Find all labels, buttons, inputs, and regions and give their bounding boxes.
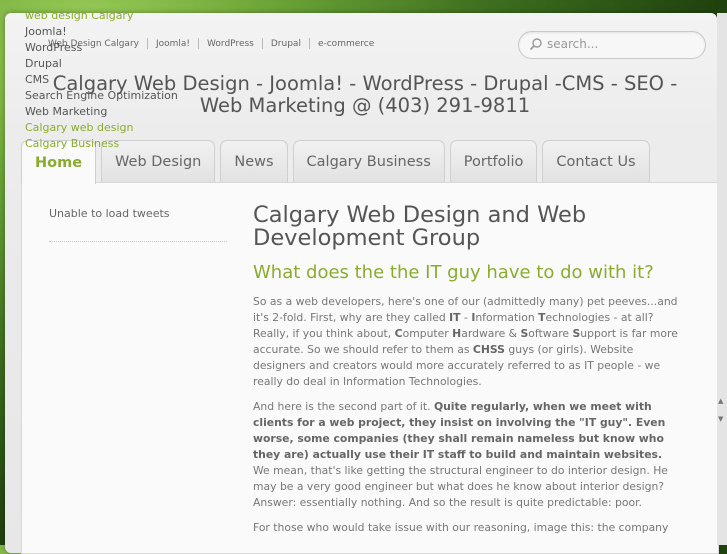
side-link[interactable]: Web Marketing xyxy=(25,104,178,120)
sidebar-divider xyxy=(49,241,227,242)
topnav-wordpress[interactable]: WordPress xyxy=(199,39,262,49)
page-scrollbar[interactable]: ▲ ▼ xyxy=(717,13,727,545)
side-link[interactable]: Search Engine Optimization xyxy=(25,88,178,104)
text-bold: H xyxy=(452,327,462,340)
topnav-ecommerce[interactable]: e-commerce xyxy=(310,39,382,49)
article-subtitle: What does the the IT guy have to do with… xyxy=(253,262,654,283)
tab-portfolio[interactable]: Portfolio xyxy=(449,140,538,182)
text: We mean, that's like getting the structu… xyxy=(253,464,668,509)
site-title-line-2: Web Marketing @ (403) 291-9811 xyxy=(199,94,531,117)
search-input[interactable] xyxy=(547,35,697,53)
text-bold: IT xyxy=(449,311,461,324)
tweets-status: Unable to load tweets xyxy=(49,207,170,220)
text-bold: CHSS xyxy=(472,343,505,356)
tab-contact-us[interactable]: Contact Us xyxy=(542,140,650,182)
text: omputer xyxy=(402,327,453,340)
article-paragraph-3: For those who would take issue with our … xyxy=(253,521,669,534)
text-bold: C xyxy=(394,327,403,340)
text: - xyxy=(460,311,472,324)
side-link[interactable]: Calgary Business xyxy=(25,136,178,152)
article-paragraph-2: And here is the second part of it. Quite… xyxy=(253,399,680,511)
side-link[interactable]: WordPress xyxy=(25,40,178,56)
topnav-drupal[interactable]: Drupal xyxy=(263,39,309,49)
side-link[interactable]: Calgary web design xyxy=(25,120,178,136)
text: And here is the second part of it. xyxy=(253,400,434,413)
side-link[interactable]: CMS xyxy=(25,72,178,88)
article: Calgary Web Design and Web Development G… xyxy=(253,204,680,545)
text: nformation xyxy=(475,311,539,324)
article-title: Calgary Web Design and Web Development G… xyxy=(253,202,587,251)
side-link[interactable]: web design Calgary xyxy=(25,8,178,24)
search-box[interactable] xyxy=(518,31,706,59)
search-icon xyxy=(529,38,542,51)
article-paragraph-1: So as a web developers, here's one of ou… xyxy=(253,294,680,390)
side-link[interactable]: Joomla! xyxy=(25,24,178,40)
text: oftware xyxy=(528,327,573,340)
tab-news[interactable]: News xyxy=(220,140,288,182)
tab-calgary-business[interactable]: Calgary Business xyxy=(292,140,445,182)
scroll-up-icon[interactable]: ▲ xyxy=(718,397,723,405)
side-link[interactable]: Drupal xyxy=(25,56,178,72)
text: ardware & xyxy=(461,327,521,340)
scroll-down-icon[interactable]: ▼ xyxy=(718,415,723,423)
side-link-list: web design Calgary Joomla! WordPress Dru… xyxy=(25,8,178,152)
